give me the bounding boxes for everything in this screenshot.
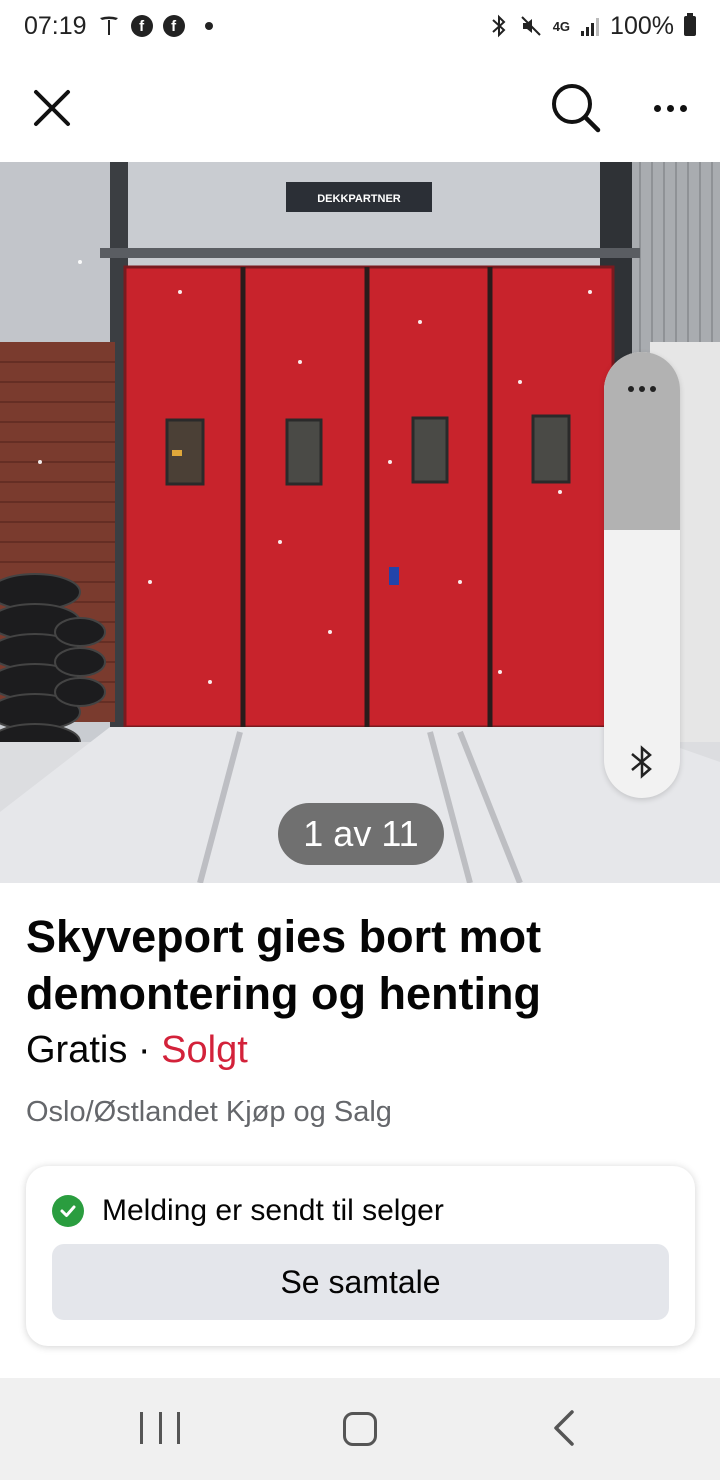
bluetooth-icon — [489, 14, 509, 38]
photo-counter: 1 av 11 — [278, 803, 444, 865]
check-circle-icon — [52, 1195, 84, 1227]
listing-title: Skyveport gies bort mot demontering og h… — [26, 911, 542, 1019]
mute-icon — [519, 14, 543, 38]
see-conversation-button[interactable]: Se samtale — [52, 1244, 669, 1320]
search-icon — [552, 84, 601, 133]
listing-status: Solgt — [161, 1029, 248, 1071]
status-bar-left: 07:19 f f — [24, 12, 213, 41]
recent-apps-icon — [177, 1412, 180, 1444]
volume-panel[interactable] — [604, 352, 680, 798]
app-bar — [0, 52, 720, 162]
system-nav-bar — [0, 1378, 720, 1480]
more-icon-dot — [628, 386, 634, 392]
message-status-text: Melding er sendt til selger — [102, 1194, 444, 1227]
recent-apps-icon — [140, 1412, 143, 1444]
sign-text: DEKKPARTNER — [317, 193, 401, 205]
price-line: Gratis · Solgt — [26, 1028, 248, 1072]
recent-apps-icon — [158, 1412, 162, 1444]
more-icon-dot — [679, 104, 687, 112]
close-button[interactable] — [28, 84, 76, 132]
more-icon-dot — [666, 104, 674, 112]
tesla-icon — [97, 14, 121, 38]
battery-percent: 100% — [610, 11, 674, 40]
notification-dot-icon — [204, 22, 213, 30]
volume-more-button[interactable] — [604, 374, 680, 404]
group-link[interactable]: Oslo/Østlandet Kjøp og Salg — [26, 1096, 392, 1129]
network-type: 4G — [552, 18, 571, 34]
more-icon-dot — [639, 386, 645, 392]
message-card: Melding er sendt til selger Se samtale — [26, 1166, 695, 1346]
status-bar: 07:19 f f 4G 100% — [0, 0, 720, 52]
signal-icon — [580, 15, 600, 37]
listing-price: Gratis — [26, 1029, 128, 1071]
status-bar-right: 4G 100% — [489, 12, 696, 41]
facebook-icon: f — [162, 15, 185, 37]
facebook-icon: f — [130, 15, 153, 37]
search-button[interactable] — [548, 80, 604, 136]
price-separator: · — [137, 1029, 151, 1071]
battery-icon — [684, 13, 696, 36]
bluetooth-icon — [631, 745, 652, 779]
status-time: 07:19 — [24, 11, 87, 40]
more-icon-dot — [650, 386, 656, 392]
more-options-button[interactable] — [640, 86, 700, 130]
close-icon — [34, 90, 70, 126]
home-button[interactable] — [343, 1412, 377, 1446]
message-status-row: Melding er sendt til selger — [52, 1194, 444, 1228]
back-icon[interactable] — [548, 1408, 578, 1448]
recent-apps-button[interactable] — [140, 1412, 180, 1448]
more-icon-dot — [653, 104, 661, 112]
